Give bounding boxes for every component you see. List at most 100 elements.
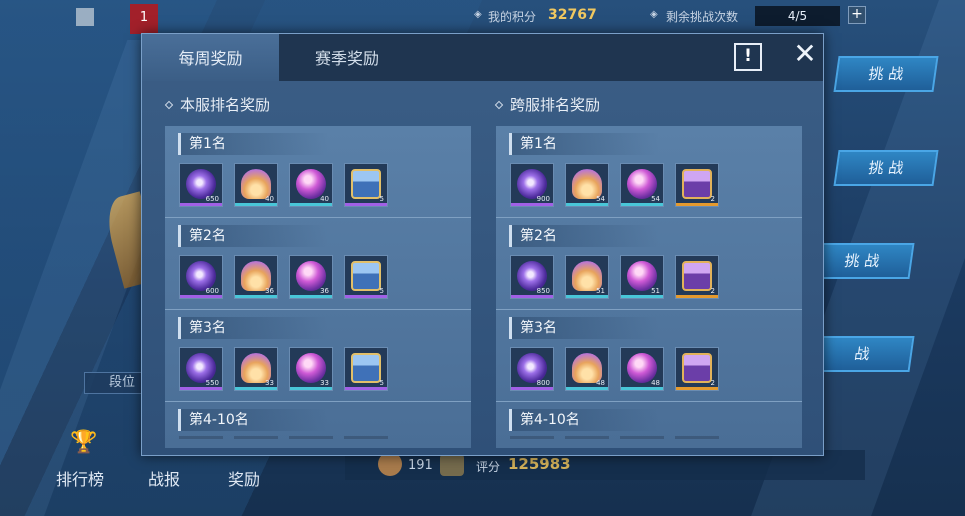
add-attempts-button[interactable]: + <box>848 6 866 24</box>
reward-item[interactable]: 33 <box>289 347 333 391</box>
reward-item[interactable]: 51 <box>620 255 664 299</box>
item-count: 36 <box>265 287 274 295</box>
rarity-bar <box>180 203 222 206</box>
nav-rewards[interactable]: 奖励 <box>228 466 260 490</box>
reward-item[interactable]: 5 <box>344 347 388 391</box>
item-count: 54 <box>596 195 605 203</box>
reward-item[interactable]: 5 <box>344 255 388 299</box>
rank-reward-row: 第2名 600 36 36 5 <box>165 218 471 310</box>
rating-value: 125983 <box>508 455 571 473</box>
rank-reward-row: 第3名 550 33 33 5 <box>165 310 471 402</box>
reward-item[interactable]: 2 <box>675 347 719 391</box>
reward-item[interactable]: 54 <box>565 163 609 207</box>
rank-label: 第2名 <box>178 225 328 247</box>
rank-label: 第3名 <box>178 317 328 339</box>
rarity-bar <box>676 203 718 206</box>
item-count: 33 <box>320 379 329 387</box>
challenge-button[interactable]: 战 <box>809 336 915 372</box>
attempts-value: 4/5 <box>755 6 840 26</box>
rarity-bar <box>290 295 332 298</box>
info-button[interactable]: ! <box>734 43 762 71</box>
reward-slot-partial <box>234 436 278 439</box>
reward-slot-partial <box>510 436 554 439</box>
item-count: 900 <box>536 195 550 203</box>
item-count: 800 <box>536 379 550 387</box>
reward-item[interactable]: 550 <box>179 347 223 391</box>
item-count: 2 <box>710 379 715 387</box>
rating-label: 评分 <box>476 460 501 474</box>
item-count: 36 <box>320 287 329 295</box>
reward-item[interactable]: 800 <box>510 347 554 391</box>
rank-reward-row: 第1名 900 54 54 2 <box>496 126 802 218</box>
item-count: 2 <box>710 287 715 295</box>
nav-battle-report[interactable]: 战报 <box>148 466 180 490</box>
reward-item[interactable]: 850 <box>510 255 554 299</box>
reward-item[interactable]: 36 <box>234 255 278 299</box>
rewards-modal: 每周奖励 赛季奖励 ! ✕ 本服排名奖励 跨服排名奖励 第1名 650 40 40 5 第… <box>141 33 824 456</box>
rarity-bar <box>511 295 553 298</box>
cross-rank-rewards-panel[interactable]: 第1名 900 54 54 2 第2名 850 51 51 2 第3名 800 48 48 2 第4-10名 <box>496 126 802 448</box>
reward-item[interactable]: 48 <box>565 347 609 391</box>
rarity-bar <box>180 295 222 298</box>
item-count: 5 <box>379 195 384 203</box>
purple-chest-icon <box>682 353 712 383</box>
rank-emblem-icon <box>440 454 464 476</box>
rarity-bar <box>345 203 387 206</box>
challenge-button[interactable]: 挑 战 <box>833 56 939 92</box>
rank-label: 第4-10名 <box>178 409 328 431</box>
item-count: 5 <box>379 379 384 387</box>
rarity-bar <box>566 387 608 390</box>
item-count: 51 <box>596 287 605 295</box>
reward-item[interactable]: 600 <box>179 255 223 299</box>
reward-item[interactable]: 40 <box>289 163 333 207</box>
rarity-bar <box>235 203 277 206</box>
reward-item[interactable]: 40 <box>234 163 278 207</box>
score-value: 32767 <box>548 7 597 23</box>
tab-weekly-rewards[interactable]: 每周奖励 <box>142 34 279 81</box>
rank-reward-row: 第4-10名 <box>496 402 802 448</box>
top-bar: ◈ 我的积分 32767 ◈ 剩余挑战次数 4/5 + <box>0 0 965 32</box>
reward-item[interactable]: 54 <box>620 163 664 207</box>
rarity-bar <box>180 387 222 390</box>
local-rank-rewards-panel[interactable]: 第1名 650 40 40 5 第2名 600 36 36 5 第3名 550 33 33 5 第4-10名 <box>165 126 471 448</box>
rarity-bar <box>566 203 608 206</box>
purple-chest-icon <box>682 169 712 199</box>
rank-label: 第2名 <box>509 225 659 247</box>
diamond-bullet-icon <box>164 100 174 110</box>
blue-chest-icon <box>351 261 381 291</box>
rank-reward-row: 第3名 800 48 48 2 <box>496 310 802 402</box>
reward-slot-partial <box>675 436 719 439</box>
reward-item[interactable]: 48 <box>620 347 664 391</box>
rarity-bar <box>676 295 718 298</box>
close-button[interactable]: ✕ <box>790 39 820 73</box>
item-count: 48 <box>596 379 605 387</box>
nav-leaderboard[interactable]: 排行榜 <box>56 466 104 490</box>
reward-slot-partial <box>620 436 664 439</box>
item-count: 2 <box>710 195 715 203</box>
reward-item[interactable]: 650 <box>179 163 223 207</box>
reward-item[interactable]: 36 <box>289 255 333 299</box>
reward-item[interactable]: 51 <box>565 255 609 299</box>
item-count: 33 <box>265 379 274 387</box>
rank-label: 第1名 <box>178 133 328 155</box>
rank-label: 第3名 <box>509 317 659 339</box>
reward-item[interactable]: 900 <box>510 163 554 207</box>
challenge-button[interactable]: 挑 战 <box>809 243 915 279</box>
rarity-bar <box>511 203 553 206</box>
rarity-bar <box>235 295 277 298</box>
section-title-text: 本服排名奖励 <box>180 96 271 114</box>
rank-label: 第4-10名 <box>509 409 659 431</box>
tab-season-rewards[interactable]: 赛季奖励 <box>279 34 415 81</box>
reward-slot-partial <box>344 436 388 439</box>
rank-reward-row: 第2名 850 51 51 2 <box>496 218 802 310</box>
diamond-bullet-icon: ◈ <box>650 9 658 20</box>
reward-item[interactable]: 33 <box>234 347 278 391</box>
challenge-button[interactable]: 挑 战 <box>833 150 939 186</box>
item-count: 40 <box>320 195 329 203</box>
rarity-bar <box>621 295 663 298</box>
rarity-bar <box>290 387 332 390</box>
reward-item[interactable]: 2 <box>675 163 719 207</box>
reward-slot-partial <box>289 436 333 439</box>
reward-item[interactable]: 2 <box>675 255 719 299</box>
reward-item[interactable]: 5 <box>344 163 388 207</box>
